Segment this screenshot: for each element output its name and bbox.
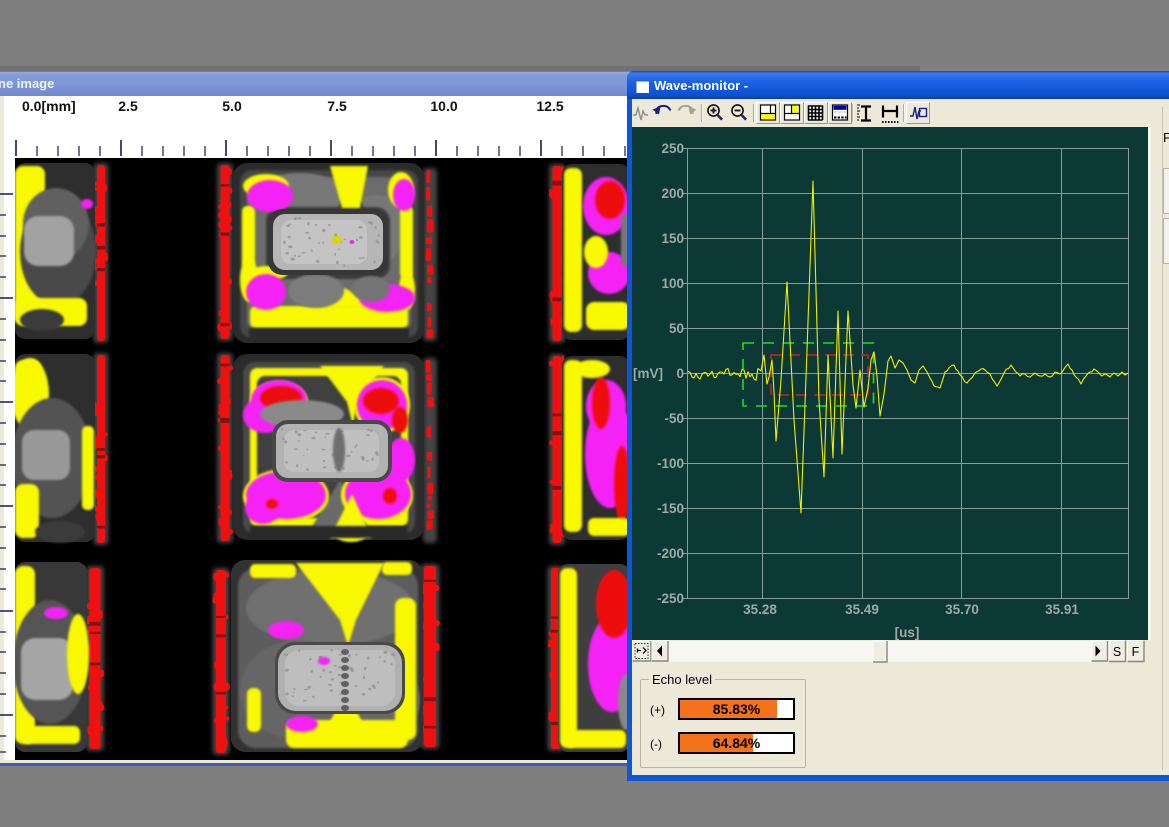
svg-text:[us]: [us] [895, 625, 920, 640]
svg-text:0: 0 [676, 366, 684, 381]
svg-text:12.5: 12.5 [536, 98, 563, 114]
svg-text:-150: -150 [657, 501, 684, 516]
svg-text:35.91: 35.91 [1045, 602, 1079, 617]
svg-text:250: 250 [661, 141, 684, 156]
svg-text:[mV]: [mV] [633, 366, 663, 381]
svg-text:S: S [1113, 645, 1121, 659]
svg-text:200: 200 [661, 186, 684, 201]
svg-text:2.5: 2.5 [118, 98, 138, 114]
svg-text:-100: -100 [657, 456, 684, 471]
svg-text:35.49: 35.49 [845, 602, 879, 617]
svg-text:35.28: 35.28 [743, 602, 777, 617]
svg-text:5.0: 5.0 [222, 98, 242, 114]
svg-text:150: 150 [661, 231, 684, 246]
svg-text:-50: -50 [664, 411, 684, 426]
svg-text:35.70: 35.70 [945, 602, 979, 617]
svg-text:-250: -250 [657, 591, 684, 606]
svg-text:F: F [1132, 645, 1140, 659]
svg-text:0.0[mm]: 0.0[mm] [22, 98, 76, 114]
svg-text:-200: -200 [657, 546, 684, 561]
svg-text:10.0: 10.0 [430, 98, 457, 114]
svg-text:7.5: 7.5 [327, 98, 347, 114]
svg-text:100: 100 [661, 276, 684, 291]
svg-text:50: 50 [669, 321, 684, 336]
